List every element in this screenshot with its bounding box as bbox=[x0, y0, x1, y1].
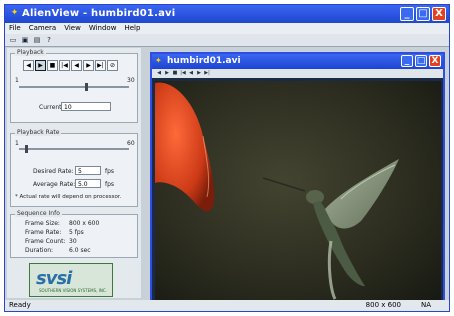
current-label: Current: bbox=[39, 104, 64, 111]
play-reverse-button[interactable]: ◀ bbox=[23, 60, 34, 71]
step-back-button[interactable]: ◀ bbox=[71, 60, 82, 71]
video-play-reverse-button[interactable]: ◀ bbox=[156, 70, 162, 77]
rate-slider-thumb[interactable] bbox=[25, 145, 28, 153]
main-window: ✦ AlienView - humbird01.avi _ □ X File C… bbox=[4, 4, 450, 312]
window-title: AlienView - humbird01.avi bbox=[22, 8, 176, 19]
status-bar: Ready 800 x 600 NA bbox=[5, 300, 449, 311]
play-button[interactable]: ▶ bbox=[35, 60, 46, 71]
video-back-button[interactable]: ◀ bbox=[188, 70, 194, 77]
rate-slider[interactable] bbox=[19, 148, 129, 150]
step-forward-button[interactable]: ▶ bbox=[83, 60, 94, 71]
app-icon: ✦ bbox=[10, 8, 19, 18]
menu-window[interactable]: Window bbox=[89, 23, 117, 34]
average-rate-field: 5.0 bbox=[75, 179, 101, 188]
last-frame-button[interactable]: ▶| bbox=[95, 60, 106, 71]
video-frame bbox=[155, 81, 441, 302]
menu-bar: File Camera View Window Help bbox=[5, 23, 449, 34]
video-play-button[interactable]: ▶ bbox=[164, 70, 170, 77]
stop-button[interactable]: ■ bbox=[47, 60, 58, 71]
sequence-info-label: Sequence Info bbox=[15, 210, 62, 217]
save-icon[interactable]: ▤ bbox=[32, 36, 42, 45]
desired-rate-field[interactable]: 5 bbox=[75, 166, 101, 175]
status-extra: NA bbox=[420, 301, 431, 309]
playback-group: Playback ◀ ▶ ■ |◀ ◀ ▶ ▶| ⊘ 1 30 Current:… bbox=[10, 49, 138, 123]
playback-group-label: Playback bbox=[15, 49, 46, 56]
position-slider[interactable] bbox=[19, 86, 129, 88]
video-window-title: humbird01.avi bbox=[167, 56, 241, 66]
frame-size-label: Frame Size: bbox=[25, 220, 60, 227]
video-stop-button[interactable]: ■ bbox=[172, 70, 178, 77]
open-icon[interactable]: ▣ bbox=[20, 36, 30, 45]
video-window[interactable]: ✦ humbird01.avi _ □ X ◀ ▶ ■ |◀ ◀ ▶ ▶| bbox=[150, 52, 445, 305]
video-maximize-button[interactable]: □ bbox=[415, 55, 427, 67]
video-toolbar: ◀ ▶ ■ |◀ ◀ ▶ ▶| bbox=[152, 69, 443, 78]
duration-label: Duration: bbox=[25, 247, 54, 254]
rate-note: * Actual rate will depend on processor. bbox=[15, 194, 122, 200]
status-text: Ready bbox=[9, 301, 31, 309]
frame-rate-label: Frame Rate: bbox=[25, 229, 62, 236]
video-forward-button[interactable]: ▶ bbox=[196, 70, 202, 77]
loop-toggle-button[interactable]: ⊘ bbox=[107, 60, 118, 71]
duration-value: 6.0 sec bbox=[69, 247, 91, 254]
average-rate-unit: fps bbox=[105, 181, 115, 188]
frame-count-label: Frame Count: bbox=[25, 238, 66, 245]
position-max-label: 30 bbox=[127, 77, 135, 84]
control-panel: Playback ◀ ▶ ■ |◀ ◀ ▶ ▶| ⊘ 1 30 Current:… bbox=[7, 48, 141, 298]
new-icon[interactable]: ▭ bbox=[8, 36, 18, 45]
company-logo: svsi SOUTHERN VISION SYSTEMS, INC. bbox=[29, 263, 113, 297]
logo-tagline: SOUTHERN VISION SYSTEMS, INC. bbox=[39, 288, 107, 293]
position-min-label: 1 bbox=[15, 77, 19, 84]
video-frame-image bbox=[155, 81, 441, 302]
status-resolution: 800 x 600 bbox=[365, 301, 401, 309]
close-button[interactable]: X bbox=[432, 7, 446, 21]
desired-rate-label: Desired Rate: bbox=[33, 168, 74, 175]
sequence-info-group: Sequence Info Frame Size: 800 x 600 Fram… bbox=[10, 210, 138, 258]
rate-max-label: 60 bbox=[127, 140, 135, 147]
position-slider-thumb[interactable] bbox=[85, 83, 88, 91]
frame-count-value: 30 bbox=[69, 238, 77, 245]
video-last-button[interactable]: ▶| bbox=[204, 70, 210, 77]
video-minimize-button[interactable]: _ bbox=[401, 55, 413, 67]
logo-text: svsi bbox=[36, 268, 72, 289]
desired-rate-unit: fps bbox=[105, 168, 115, 175]
video-window-titlebar[interactable]: ✦ humbird01.avi _ □ X bbox=[152, 54, 443, 69]
maximize-button[interactable]: □ bbox=[416, 7, 430, 21]
video-close-button[interactable]: X bbox=[429, 55, 441, 67]
video-window-icon: ✦ bbox=[155, 56, 162, 65]
menu-file[interactable]: File bbox=[9, 23, 21, 34]
rate-min-label: 1 bbox=[15, 140, 19, 147]
toolbar: ▭ ▣ ▤ ? bbox=[5, 34, 449, 47]
video-first-button[interactable]: |◀ bbox=[180, 70, 186, 77]
minimize-button[interactable]: _ bbox=[400, 7, 414, 21]
menu-camera[interactable]: Camera bbox=[29, 23, 56, 34]
playback-rate-group: Playback Rate 1 60 Desired Rate: 5 fps A… bbox=[10, 129, 138, 207]
first-frame-button[interactable]: |◀ bbox=[59, 60, 70, 71]
current-frame-field[interactable]: 10 bbox=[61, 102, 111, 111]
menu-view[interactable]: View bbox=[64, 23, 81, 34]
help-icon[interactable]: ? bbox=[44, 36, 54, 45]
frame-size-value: 800 x 600 bbox=[69, 220, 100, 227]
frame-rate-value: 5 fps bbox=[69, 229, 84, 236]
average-rate-label: Average Rate: bbox=[33, 181, 76, 188]
title-bar: ✦ AlienView - humbird01.avi _ □ X bbox=[5, 5, 449, 23]
playback-rate-label: Playback Rate bbox=[15, 129, 62, 136]
menu-help[interactable]: Help bbox=[124, 23, 140, 34]
